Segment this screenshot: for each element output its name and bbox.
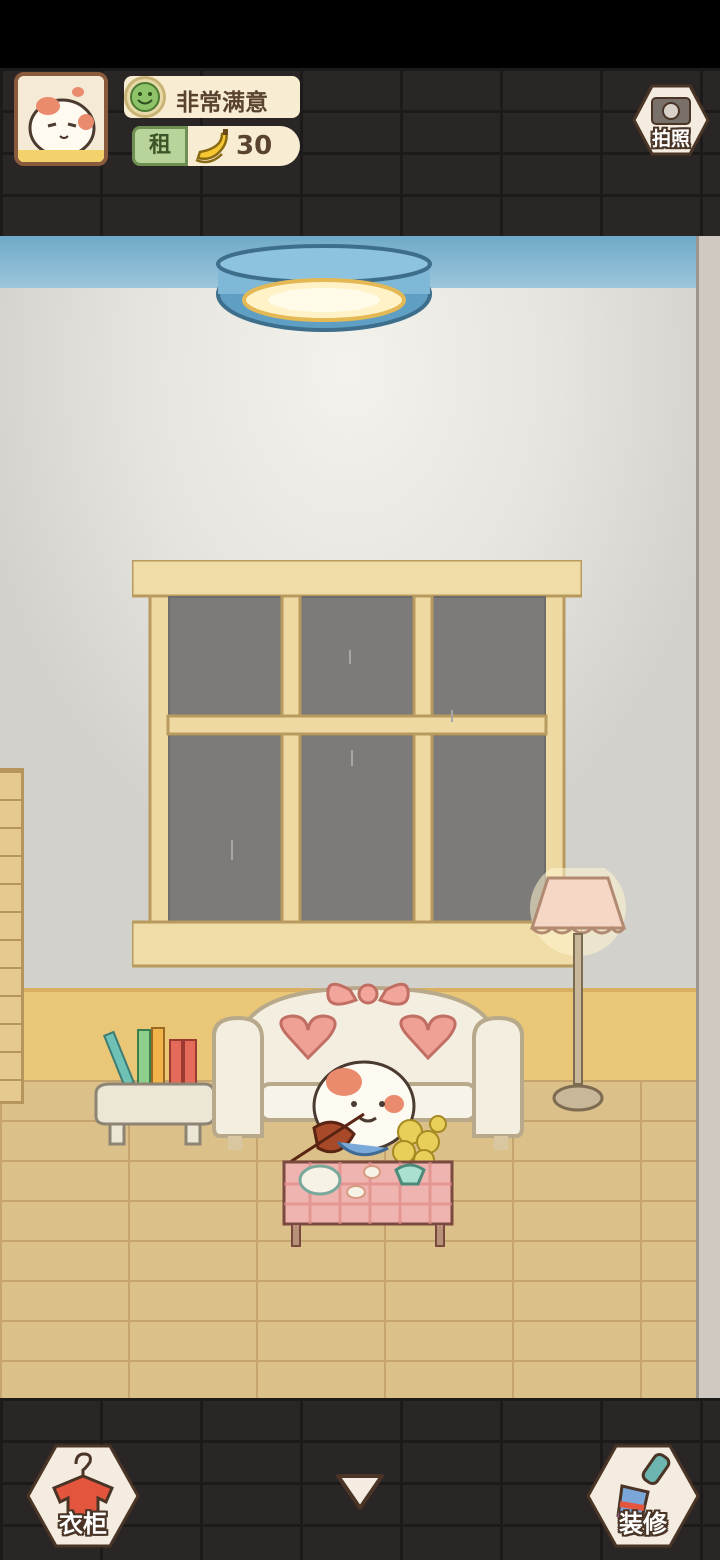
rent-indicator: 租 30 <box>132 126 300 166</box>
photo-button-label: 拍照 <box>651 128 690 150</box>
decorate-button-label: 装修 <box>619 1510 667 1538</box>
ceiling-lamp[interactable] <box>214 242 434 332</box>
tea-table[interactable] <box>280 1154 456 1254</box>
window[interactable] <box>132 560 582 970</box>
cat-face-icon <box>18 76 104 162</box>
rent-value: 30 <box>236 131 273 161</box>
decorate-button[interactable]: 装修 <box>586 1444 700 1548</box>
photo-button[interactable]: 拍照 <box>632 84 710 156</box>
satisfaction-indicator: 非常满意 <box>124 76 300 118</box>
wardrobe-button[interactable]: 衣柜 <box>26 1444 140 1548</box>
wardrobe-button-label: 衣柜 <box>59 1510 107 1538</box>
collapse-button[interactable] <box>334 1470 386 1514</box>
banana-icon <box>195 129 228 164</box>
room-side-wall <box>696 236 720 1398</box>
side-table-with-books[interactable] <box>90 1026 220 1146</box>
chevron-down-icon <box>336 1474 384 1510</box>
room-scene[interactable] <box>0 236 696 1398</box>
satisfaction-label: 非常满意 <box>176 90 268 116</box>
brick-wall-top <box>0 68 720 236</box>
floor-lamp[interactable] <box>528 868 628 1118</box>
rent-tag: 租 <box>132 126 188 166</box>
tenant-avatar[interactable] <box>14 72 108 166</box>
status-bar <box>0 0 720 68</box>
smiley-face-icon <box>124 76 166 118</box>
bookshelf-edge[interactable] <box>0 768 24 1104</box>
